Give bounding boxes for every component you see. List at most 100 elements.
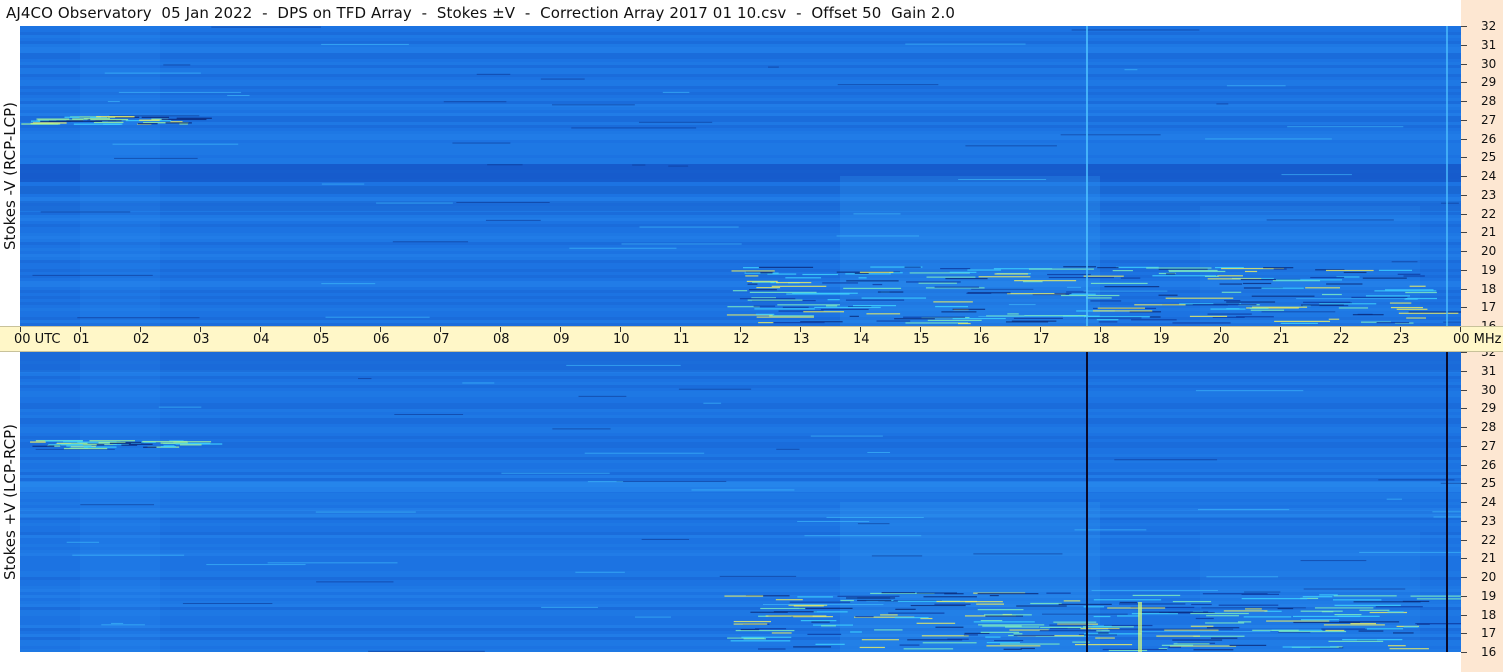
freq-label: 23 [1481, 513, 1497, 528]
spectrogram-bottom-image [20, 352, 1461, 652]
time-label: 07 [433, 332, 450, 347]
freq-label: 28 [1481, 94, 1497, 108]
freq-tick [1461, 101, 1467, 102]
freq-label: 31 [1481, 363, 1497, 378]
freq-label: 30 [1481, 382, 1497, 397]
spectrogram-top-image [20, 26, 1461, 326]
title-bar: AJ4CO Observatory 05 Jan 2022 - DPS on T… [0, 0, 1461, 27]
time-label: 03 [193, 332, 210, 347]
freq-label: 24 [1481, 495, 1497, 509]
freq-label: 30 [1481, 56, 1497, 71]
time-label: 12 [733, 332, 750, 347]
freq-tick [1461, 119, 1467, 121]
freq-label: 16 [1481, 645, 1497, 659]
freq-label: 18 [1481, 607, 1497, 622]
time-label: 15 [913, 332, 930, 347]
freq-label: 25 [1481, 150, 1497, 165]
freq-tick [1461, 44, 1467, 46]
freq-tick [1461, 26, 1467, 27]
time-label: 00 UTC [14, 332, 61, 347]
top-panel-label: Stokes -V (RCP-LCP) [1, 102, 19, 250]
spectrogram-top-stokes-minus-v [20, 26, 1461, 326]
time-label: 02 [133, 332, 150, 347]
time-label: 23 [1393, 332, 1410, 347]
freq-tick [1461, 445, 1467, 447]
freq-tick [1461, 352, 1467, 353]
freq-label: 27 [1481, 438, 1497, 453]
time-label: 19 [1153, 332, 1170, 347]
freq-tick [1461, 213, 1467, 215]
freq-label: 26 [1481, 457, 1497, 472]
time-label: 17 [1033, 332, 1050, 347]
freq-tick [1461, 483, 1467, 485]
freq-tick [1461, 194, 1467, 196]
freq-tick [1461, 633, 1467, 635]
freq-label: 29 [1481, 401, 1497, 416]
freq-label: 20 [1481, 244, 1497, 258]
frequency-axis-top: 3231302928272625242322212019181716 [1461, 0, 1503, 332]
time-label: 21 [1273, 332, 1290, 347]
time-label: 16 [973, 332, 990, 347]
freq-label: 17 [1481, 300, 1497, 315]
freq-tick [1461, 652, 1467, 653]
freq-tick [1461, 558, 1467, 560]
bottom-panel-label-strip: Stokes +V (LCP-RCP) [0, 352, 20, 672]
freq-label: 26 [1481, 131, 1497, 146]
freq-tick [1461, 614, 1467, 616]
freq-tick [1461, 539, 1467, 541]
freq-tick [1461, 389, 1467, 391]
time-label: 04 [253, 332, 270, 347]
freq-label: 32 [1481, 19, 1497, 33]
freq-tick [1461, 176, 1467, 177]
freq-label: 21 [1481, 551, 1497, 566]
time-label: 22 [1333, 332, 1350, 347]
freq-tick [1461, 577, 1467, 578]
time-label: 11 [673, 332, 690, 347]
freq-label: 24 [1481, 169, 1497, 183]
freq-label: 17 [1481, 626, 1497, 641]
frequency-axis-bottom: 32 31 30 29 28 27 26 25 24 23 22 21 20 19 18 17 16 [1461, 346, 1503, 672]
freq-tick [1461, 269, 1467, 271]
time-label: 10 [613, 332, 630, 347]
bottom-margin [20, 652, 1461, 672]
bottom-panel-label: Stokes +V (LCP-RCP) [1, 424, 19, 580]
time-label: 00 MHz [1453, 332, 1502, 347]
freq-tick [1461, 464, 1467, 466]
freq-tick [1461, 408, 1467, 410]
freq-label: 20 [1481, 570, 1497, 584]
window-title: AJ4CO Observatory 05 Jan 2022 - DPS on T… [6, 4, 956, 22]
freq-tick [1461, 502, 1467, 503]
freq-label: 18 [1481, 281, 1497, 296]
freq-tick [1461, 138, 1467, 140]
freq-label: 19 [1481, 262, 1497, 277]
freq-tick [1461, 520, 1467, 522]
freq-tick [1461, 63, 1467, 65]
freq-label: 23 [1481, 187, 1497, 202]
time-label: 20 [1213, 332, 1230, 347]
freq-label: 31 [1481, 37, 1497, 52]
time-label: 09 [553, 332, 570, 347]
top-panel-label-strip: Stokes -V (RCP-LCP) [0, 26, 20, 326]
freq-tick [1461, 427, 1467, 428]
freq-tick [1461, 232, 1467, 234]
time-label: 01 [73, 332, 90, 347]
freq-tick [1461, 157, 1467, 159]
freq-label: 27 [1481, 112, 1497, 127]
freq-tick [1461, 595, 1467, 597]
freq-tick [1461, 307, 1467, 309]
freq-label: 29 [1481, 75, 1497, 90]
spectrogram-bottom-stokes-plus-v [20, 352, 1461, 652]
freq-tick [1461, 82, 1467, 84]
freq-label: 28 [1481, 420, 1497, 434]
time-label: 06 [373, 332, 390, 347]
time-label: 05 [313, 332, 330, 347]
freq-label: 21 [1481, 225, 1497, 240]
time-label: 08 [493, 332, 510, 347]
time-label: 14 [853, 332, 870, 347]
freq-label: 22 [1481, 206, 1497, 221]
freq-tick [1461, 251, 1467, 252]
freq-label: 25 [1481, 476, 1497, 491]
freq-label: 19 [1481, 588, 1497, 603]
time-axis: 00 UTC 01 02 03 04 05 06 07 08 09 10 11 12 13 14 15 16 17… [0, 326, 1503, 352]
freq-tick [1461, 370, 1467, 372]
